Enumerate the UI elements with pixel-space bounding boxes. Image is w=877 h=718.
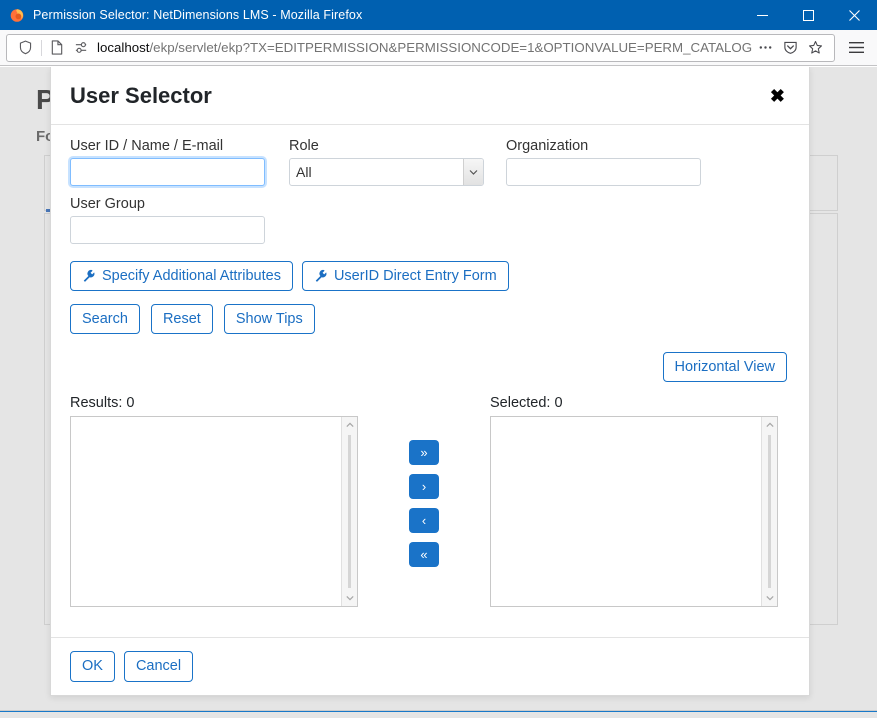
userid-direct-entry-form-button[interactable]: UserID Direct Entry Form	[302, 261, 509, 291]
window-controls	[739, 0, 877, 30]
dialog-body: User ID / Name / E-mail Role All	[51, 125, 809, 637]
permissions-icon[interactable]	[69, 40, 94, 55]
role-field-group: Role All	[289, 138, 484, 186]
wrench-icon	[82, 269, 96, 283]
userid-direct-entry-form-label: UserID Direct Entry Form	[334, 267, 497, 285]
user-id-label: User ID / Name / E-mail	[70, 138, 267, 154]
page-icon[interactable]	[45, 40, 69, 55]
view-toggle-row: Horizontal View	[70, 352, 790, 382]
user-id-field-group: User ID / Name / E-mail	[70, 138, 267, 186]
ok-button[interactable]: OK	[70, 651, 115, 681]
dialog-title: User Selector	[70, 83, 766, 109]
navigation-toolbar: localhost/ekp/servlet/ekp?TX=EDITPERMISS…	[0, 30, 877, 66]
results-scrollbar[interactable]	[341, 417, 357, 606]
user-group-field-group: User Group	[70, 196, 267, 244]
user-id-input[interactable]	[70, 158, 265, 186]
selected-scrollbar[interactable]	[761, 417, 777, 606]
move-all-left-button[interactable]: «	[409, 542, 439, 567]
organization-input[interactable]	[506, 158, 701, 186]
ellipsis-icon[interactable]	[753, 40, 778, 55]
horizontal-view-button[interactable]: Horizontal View	[663, 352, 787, 382]
firefox-logo-icon	[9, 7, 25, 23]
cancel-button[interactable]: Cancel	[124, 651, 193, 681]
search-button[interactable]: Search	[70, 304, 140, 334]
dual-list-selector: Results: 0	[70, 395, 790, 607]
pocket-icon[interactable]	[778, 40, 803, 55]
scroll-up-icon[interactable]	[342, 417, 357, 433]
minimize-button[interactable]	[739, 0, 785, 30]
search-fields-row-2: User Group	[70, 196, 790, 244]
title-bar: Permission Selector: NetDimensions LMS -…	[0, 0, 877, 30]
reset-button[interactable]: Reset	[151, 304, 213, 334]
transfer-buttons: » › ‹ «	[358, 395, 490, 567]
organization-label: Organization	[506, 138, 703, 154]
selected-column: Selected: 0	[490, 395, 778, 607]
url-path: /ekp/servlet/ekp?TX=EDITPERMISSION&PERMI…	[149, 40, 752, 55]
dialog-header: User Selector ✖	[51, 67, 809, 125]
dialog-footer: OK Cancel	[51, 637, 809, 695]
user-selector-dialog: User Selector ✖ User ID / Name / E-mail …	[50, 67, 810, 696]
close-button[interactable]	[831, 0, 877, 30]
user-group-input[interactable]	[70, 216, 265, 244]
wrench-icon	[314, 269, 328, 283]
move-all-right-button[interactable]: »	[409, 440, 439, 465]
maximize-button[interactable]	[785, 0, 831, 30]
browser-window: Permission Selector: NetDimensions LMS -…	[0, 0, 877, 718]
url-text[interactable]: localhost/ekp/servlet/ekp?TX=EDITPERMISS…	[94, 40, 753, 55]
window-title: Permission Selector: NetDimensions LMS -…	[33, 8, 362, 22]
move-left-button[interactable]: ‹	[409, 508, 439, 533]
role-label: Role	[289, 138, 484, 154]
chevron-down-icon	[463, 159, 483, 185]
star-icon[interactable]	[803, 40, 828, 55]
selected-caption: Selected: 0	[490, 395, 778, 411]
action-buttons-row: Search Reset Show Tips	[70, 304, 790, 334]
attribute-buttons-row: Specify Additional Attributes UserID Dir…	[70, 261, 790, 291]
hamburger-icon[interactable]	[841, 33, 871, 63]
shield-icon[interactable]	[13, 40, 38, 55]
selected-listbox[interactable]	[490, 416, 778, 607]
url-host: localhost	[97, 40, 149, 55]
scroll-down-icon[interactable]	[762, 590, 777, 606]
role-select-value: All	[296, 164, 312, 180]
selected-scrollbar-thumb[interactable]	[768, 435, 771, 588]
results-scrollbar-thumb[interactable]	[348, 435, 351, 588]
scroll-down-icon[interactable]	[342, 590, 357, 606]
role-select[interactable]: All	[289, 158, 484, 186]
results-listbox[interactable]	[70, 416, 358, 607]
results-caption: Results: 0	[70, 395, 358, 411]
search-fields-row-1: User ID / Name / E-mail Role All	[70, 138, 790, 186]
move-right-button[interactable]: ›	[409, 474, 439, 499]
close-icon[interactable]: ✖	[766, 85, 789, 107]
url-bar[interactable]: localhost/ekp/servlet/ekp?TX=EDITPERMISS…	[6, 34, 835, 62]
results-column: Results: 0	[70, 395, 358, 607]
specify-additional-attributes-label: Specify Additional Attributes	[102, 267, 281, 285]
scroll-up-icon[interactable]	[762, 417, 777, 433]
show-tips-button[interactable]: Show Tips	[224, 304, 315, 334]
organization-field-group: Organization	[506, 138, 703, 186]
page-content: P Fo User Selector ✖ User ID / Name / E-…	[0, 67, 877, 718]
specify-additional-attributes-button[interactable]: Specify Additional Attributes	[70, 261, 293, 291]
bottom-strip	[0, 711, 877, 718]
user-group-label: User Group	[70, 196, 267, 212]
urlbar-divider	[41, 40, 42, 56]
